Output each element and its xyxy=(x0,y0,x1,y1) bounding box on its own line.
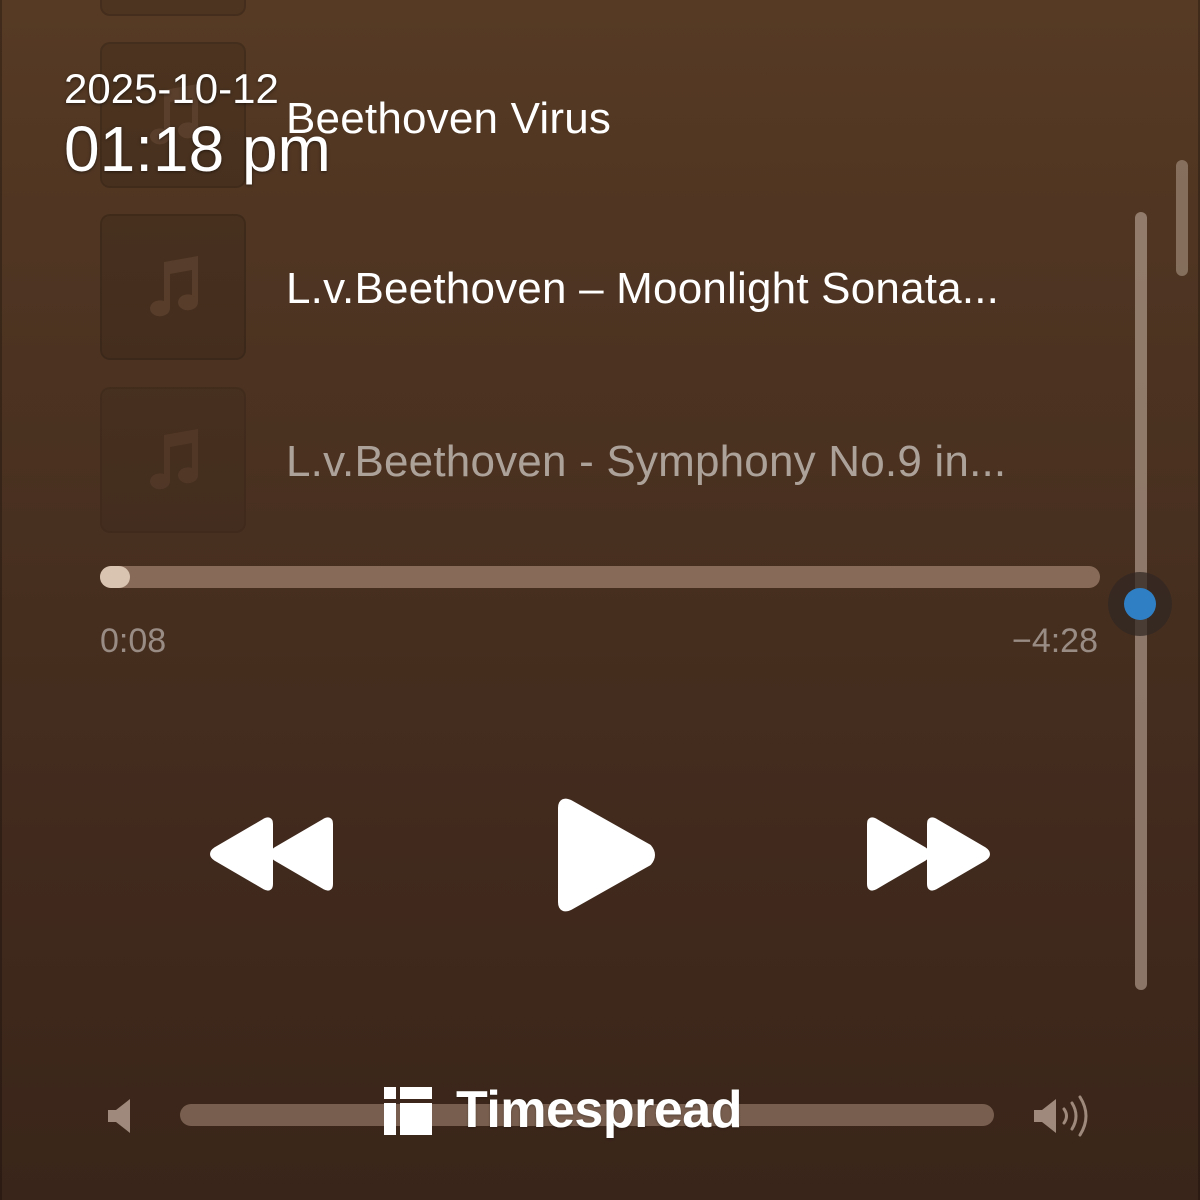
page-scroll-thumb[interactable] xyxy=(1176,160,1188,276)
track-artwork xyxy=(100,214,246,360)
elapsed-time: 0:08 xyxy=(100,622,167,660)
queue-track[interactable]: L.v.Beethoven – Moonlight Sonata... xyxy=(100,214,1120,360)
track-title: L.v.Beethoven - Symphony No.9 in... xyxy=(286,437,1007,486)
fast-forward-icon xyxy=(867,817,990,891)
volume-high-icon xyxy=(1032,1094,1096,1143)
track-title: Beethoven Virus xyxy=(286,94,612,143)
music-note-icon xyxy=(150,256,199,317)
partial-artwork xyxy=(100,0,246,16)
scroll-handle[interactable] xyxy=(1108,572,1172,636)
timespread-watermark: Timespread xyxy=(384,1081,742,1139)
playback-progress-fill xyxy=(100,566,130,588)
play-button[interactable] xyxy=(554,798,658,912)
remaining-time: −4:28 xyxy=(1011,622,1098,660)
fast-forward-button[interactable] xyxy=(864,816,992,892)
rewind-icon xyxy=(210,817,333,891)
timestamp-date: 2025-10-12 xyxy=(64,65,279,112)
track-title: L.v.Beethoven – Moonlight Sonata... xyxy=(286,264,1000,313)
volume-low-icon xyxy=(106,1096,136,1141)
play-icon xyxy=(558,798,655,912)
timespread-logo-icon xyxy=(384,1087,432,1135)
timestamp-overlay: 2025-10-12 01:18 pm xyxy=(64,64,331,184)
track-artwork xyxy=(100,387,246,533)
brand-name: Timespread xyxy=(456,1081,742,1139)
queue-track[interactable]: L.v.Beethoven - Symphony No.9 in... xyxy=(100,387,1120,533)
music-note-icon xyxy=(150,429,199,490)
rewind-button[interactable] xyxy=(208,816,336,892)
timestamp-time: 01:18 pm xyxy=(64,113,331,185)
playback-progress-bar[interactable] xyxy=(100,566,1100,588)
